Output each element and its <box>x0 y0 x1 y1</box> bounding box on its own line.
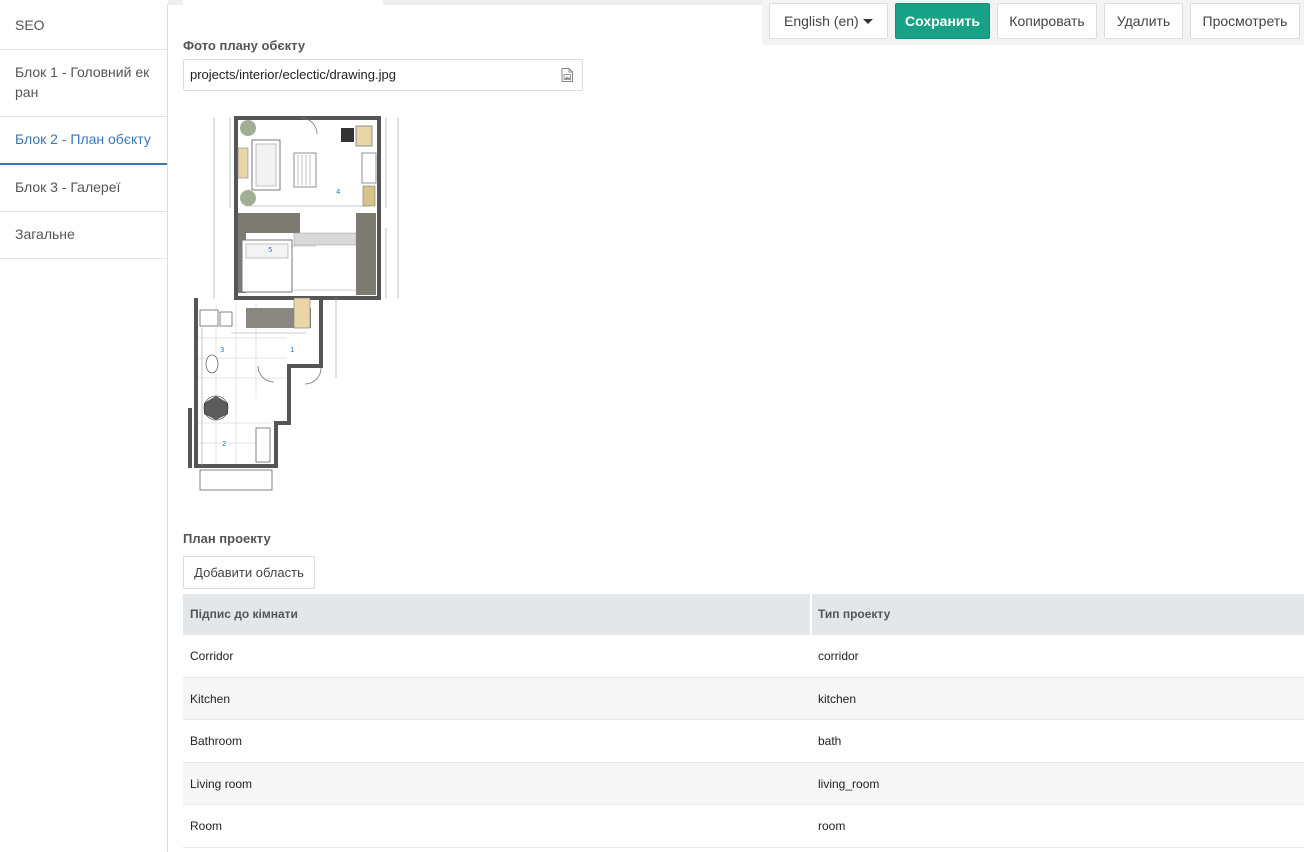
cell-caption[interactable]: Kitchen <box>183 678 812 720</box>
photo-file-input[interactable]: projects/interior/eclectic/drawing.jpg <box>183 59 583 91</box>
svg-text:2: 2 <box>222 440 226 448</box>
cell-type[interactable]: living_room <box>812 763 1304 805</box>
column-header-type: Тип проекту <box>818 607 891 621</box>
add-area-button[interactable]: Добавити область <box>183 556 315 589</box>
sidebar: SEO Блок 1 - Головний екран Блок 2 - Пла… <box>0 4 168 852</box>
table-row[interactable]: Bathroom bath <box>183 720 1304 763</box>
table-row[interactable]: Living room living_room <box>183 762 1304 805</box>
table-header: Підпис до кімнати Тип проекту <box>183 594 1304 635</box>
photo-file-value: projects/interior/eclectic/drawing.jpg <box>190 67 396 82</box>
sidebar-item-seo[interactable]: SEO <box>0 4 167 50</box>
floor-plan-image: 4 5 1 3 2 <box>186 98 418 496</box>
table-row[interactable]: Corridor corridor <box>183 635 1304 678</box>
svg-text:5: 5 <box>268 246 272 254</box>
sidebar-item-block1[interactable]: Блок 1 - Головний екран <box>0 50 167 117</box>
cell-type[interactable]: kitchen <box>812 678 1304 720</box>
cell-type[interactable]: room <box>812 805 1304 847</box>
table-row[interactable]: Kitchen kitchen <box>183 677 1304 720</box>
language-dropdown[interactable]: English (en) <box>769 3 888 39</box>
column-header-caption: Підпис до кімнати <box>183 594 812 635</box>
caret-down-icon <box>863 19 873 24</box>
toolbar: English (en) Сохранить Копировать Удалит… <box>762 0 1304 45</box>
image-file-icon[interactable] <box>561 68 573 82</box>
active-top-tab[interactable] <box>183 0 383 5</box>
sidebar-item-block2[interactable]: Блок 2 - План обєкту <box>0 117 167 165</box>
cell-caption[interactable]: Room <box>183 805 812 847</box>
rooms-table: Підпис до кімнати Тип проекту Corridor c… <box>183 594 1304 848</box>
cell-caption[interactable]: Bathroom <box>183 720 812 762</box>
save-button[interactable]: Сохранить <box>895 3 990 39</box>
table-row[interactable]: Room room <box>183 805 1304 848</box>
svg-text:1: 1 <box>290 346 294 354</box>
sidebar-item-general[interactable]: Загальне <box>0 212 167 259</box>
cell-type[interactable]: corridor <box>812 635 1304 677</box>
cell-type[interactable]: bath <box>812 720 1304 762</box>
photo-label: Фото плану обєкту <box>183 38 306 53</box>
svg-text:3: 3 <box>220 346 224 354</box>
delete-button[interactable]: Удалить <box>1104 3 1183 39</box>
view-button[interactable]: Просмотреть <box>1190 3 1300 39</box>
svg-text:4: 4 <box>336 188 341 196</box>
plan-label: План проекту <box>183 531 271 546</box>
copy-button[interactable]: Копировать <box>997 3 1097 39</box>
language-label: English (en) <box>784 13 859 29</box>
sidebar-item-block3[interactable]: Блок 3 - Галереї <box>0 165 167 212</box>
cell-caption[interactable]: Living room <box>183 763 812 805</box>
cell-caption[interactable]: Corridor <box>183 635 812 677</box>
